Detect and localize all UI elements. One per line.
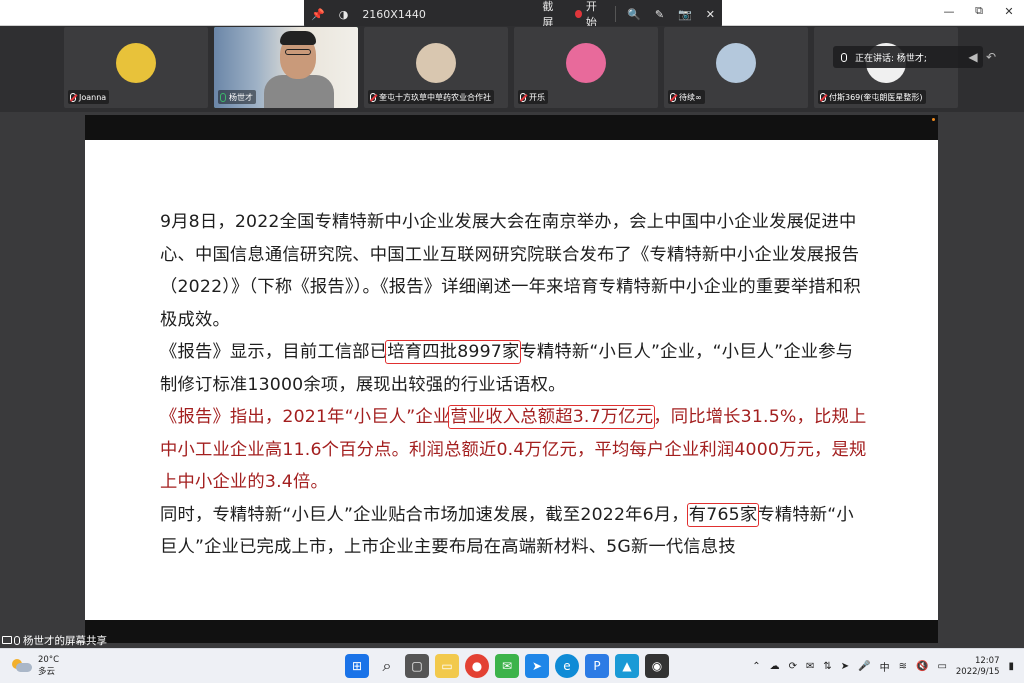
system-tray: ⌃ ☁ ⟳ ✉ ⇅ ➤ 🎤 中 ≋ 🔇 ▭ 12:07 2022/9/15 ▮	[752, 649, 1014, 683]
p-app-icon[interactable]: P	[585, 654, 609, 678]
participant-tile[interactable]: 待续∞	[664, 27, 808, 108]
speaker-mic-icon	[841, 52, 847, 62]
taskbar-apps: ⊞ ⌕ ▢ ▭ ● ✉ ➤ e P ▲ ◉	[345, 654, 669, 678]
participant-tile[interactable]: 奎屯十方玖草中草药农业合作社	[364, 27, 508, 108]
paragraph-2: 《报告》显示，目前工信部已培育四批8997家专精特新“小巨人”企业，“小巨人”企…	[160, 340, 854, 395]
chrome-icon[interactable]: ●	[465, 654, 489, 678]
screenshot-toolbar: 📌 ◑ 2160X1440 截屏 开始 🔍 ✎ 📷 ✕	[304, 0, 722, 29]
speaking-indicator: 正在讲话: 杨世才;	[833, 46, 983, 68]
search-icon[interactable]: 🔍	[620, 0, 648, 28]
next-page-icon[interactable]: ↶	[984, 50, 998, 64]
mic-muted-icon	[370, 92, 376, 102]
sync-icon[interactable]: ⟳	[789, 661, 797, 672]
mic-muted-icon	[70, 92, 76, 102]
strip-nav: ◀ ↶	[966, 50, 998, 64]
feishu-icon[interactable]: ➤	[525, 654, 549, 678]
participant-name: 杨世才	[229, 92, 253, 102]
photos-icon[interactable]: ▲	[615, 654, 639, 678]
temperature: 20°C	[38, 655, 60, 665]
file-explorer-icon[interactable]: ▭	[435, 654, 459, 678]
volume-muted-icon[interactable]: 🔇	[916, 661, 928, 672]
highlight-box: 有765家	[686, 502, 760, 527]
weather-condition: 多云	[38, 667, 56, 677]
edge-icon[interactable]: e	[555, 654, 579, 678]
window-controls: — ⧉ ✕	[934, 0, 1024, 22]
mic-muted-icon	[520, 92, 526, 102]
shared-document: 9月8日，2022全国专精特新中小企业发展大会在南京举办，会上中国中小企业发展促…	[85, 140, 938, 620]
record-dot-icon	[575, 10, 582, 18]
partly-cloudy-icon	[12, 659, 32, 673]
taskbar: 20°C 多云 ⊞ ⌕ ▢ ▭ ● ✉ ➤ e P ▲ ◉ ⌃ ☁ ⟳ ✉ ⇅ …	[0, 648, 1024, 683]
battery-icon[interactable]: ▭	[937, 661, 946, 672]
close-toolbar-icon[interactable]: ✕	[699, 0, 722, 28]
mic-icon	[14, 635, 20, 645]
record-button[interactable]: 开始	[568, 0, 611, 29]
participant-name: Joanna	[79, 92, 107, 102]
participant-name: 付斯369(奎屯朗医星整形)	[829, 92, 923, 102]
start-windows-icon[interactable]: ⊞	[345, 654, 369, 678]
restore-button[interactable]: ⧉	[964, 0, 994, 22]
notification-icon[interactable]: ▮	[1008, 661, 1014, 672]
participant-name: 开乐	[529, 92, 545, 102]
participant-tile[interactable]: 开乐	[514, 27, 658, 108]
mic-icon	[220, 92, 226, 102]
weather-widget[interactable]: 20°C 多云	[12, 654, 59, 678]
camera-icon[interactable]: 📷	[671, 0, 699, 28]
network-icon[interactable]: ⇅	[823, 661, 831, 672]
minimize-button[interactable]: —	[934, 0, 964, 22]
search-icon[interactable]: ⌕	[375, 654, 399, 678]
avatar	[566, 43, 606, 83]
task-view-icon[interactable]: ▢	[405, 654, 429, 678]
document-text: 9月8日，2022全国专精特新中小企业发展大会在南京举办，会上中国中小企业发展促…	[160, 206, 870, 564]
paragraph-1: 9月8日，2022全国专精特新中小企业发展大会在南京举办，会上中国中小企业发展促…	[160, 212, 861, 330]
participant-name: 奎屯十方玖草中草药农业合作社	[379, 92, 491, 102]
participant-tile-active[interactable]: 杨世才	[214, 27, 358, 108]
prev-page-icon[interactable]: ◀	[966, 50, 980, 64]
screen-share-icon	[2, 636, 12, 644]
avatar	[116, 43, 156, 83]
participant-name: 待续∞	[679, 92, 702, 102]
pin-icon[interactable]: 📌	[304, 0, 332, 28]
speaking-label: 正在讲话: 杨世才;	[855, 53, 927, 64]
wifi-icon[interactable]: ≋	[899, 661, 907, 672]
resolution-label: 2160X1440	[362, 7, 426, 21]
paragraph-3: 《报告》指出，2021年“小巨人”企业营业收入总额超3.7万亿元，同比增长31.…	[160, 405, 867, 492]
clock-date: 2022/9/15	[955, 666, 1000, 677]
tencent-meeting-icon[interactable]: ◉	[645, 654, 669, 678]
cloud-icon[interactable]: ☁	[770, 661, 780, 672]
video-strip: Joanna 杨世才 奎屯十方玖草中草药农业合作社 开乐 待续∞ 付斯369(奎…	[0, 26, 1024, 112]
chevron-up-icon[interactable]: ⌃	[752, 661, 760, 672]
highlight-box: 营业收入总额超3.7万亿元	[448, 405, 656, 429]
ime-indicator[interactable]: 中	[880, 659, 890, 674]
avatar	[716, 43, 756, 83]
shared-screen: 9月8日，2022全国专精特新中小企业发展大会在南京举办，会上中国中小企业发展促…	[85, 115, 938, 643]
mic-tray-icon[interactable]: 🎤	[858, 661, 870, 672]
avatar	[416, 43, 456, 83]
paragraph-4: 同时，专精特新“小巨人”企业贴合市场加速发展，截至2022年6月，有765家专精…	[160, 502, 854, 557]
wechat-tray-icon[interactable]: ✉	[806, 661, 814, 672]
wechat-icon[interactable]: ✉	[495, 654, 519, 678]
screenshot-label: 截屏	[542, 0, 554, 29]
participant-tile[interactable]: Joanna	[64, 27, 208, 108]
clock[interactable]: 12:07 2022/9/15	[956, 656, 1000, 678]
mic-muted-icon	[820, 92, 826, 102]
feishu-tray-icon[interactable]: ➤	[841, 661, 849, 672]
pen-icon[interactable]: ✎	[648, 0, 671, 28]
contrast-icon[interactable]: ◑	[332, 0, 356, 28]
status-dot	[932, 118, 935, 121]
close-window-button[interactable]: ✕	[994, 0, 1024, 22]
mic-muted-icon	[670, 92, 676, 102]
screen-share-label: 杨世才的屏幕共享	[2, 632, 107, 648]
clock-time: 12:07	[974, 655, 1000, 666]
highlight-box: 培育四批8997家	[385, 340, 522, 364]
shared-screen-area: 9月8日，2022全国专精特新中小企业发展大会在南京举办，会上中国中小企业发展促…	[0, 112, 1024, 648]
